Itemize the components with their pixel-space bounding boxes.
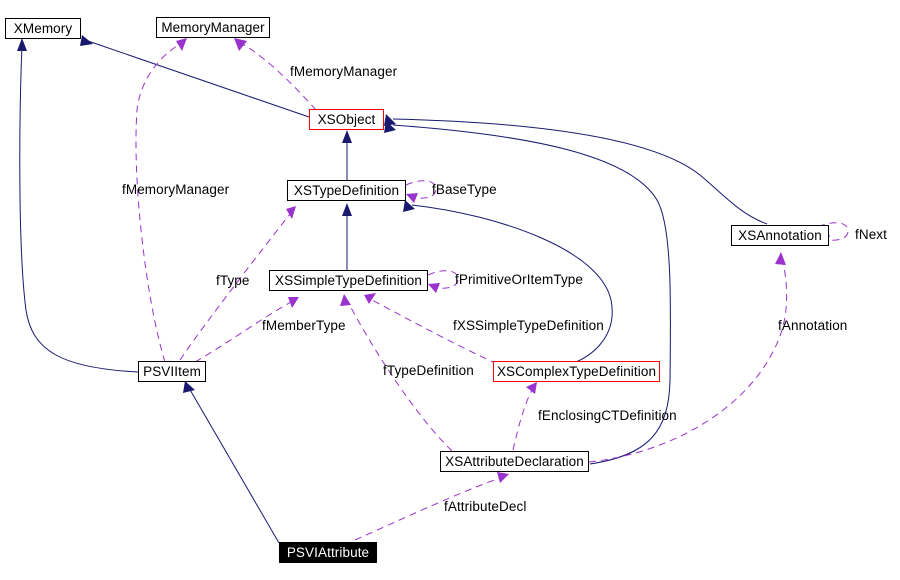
arrowhead-xsattributedeclaration-to-xsannotation	[775, 252, 786, 265]
arrowhead-psviattribute-to-xsattributedeclaration	[497, 472, 509, 483]
edge-label-fprimitiveoritemtype: fPrimitiveOrItemType	[455, 272, 584, 287]
node-xstypedefinition[interactable]: XSTypeDefinition	[287, 180, 406, 201]
node-xsannotation-label: XSAnnotation	[738, 227, 822, 243]
node-memorymanager[interactable]: MemoryManager	[156, 17, 270, 38]
node-memorymanager-label: MemoryManager	[161, 19, 265, 35]
node-xmemory[interactable]: XMemory	[5, 18, 81, 39]
edge-label-fenclosingctdefinition: fEnclosingCTDefinition	[538, 408, 677, 423]
node-psviattribute[interactable]: PSVIAttribute	[279, 542, 377, 563]
edge-psviattribute-to-psviitem	[188, 387, 280, 544]
node-psviitem-label: PSVIItem	[143, 363, 201, 379]
node-psviattribute-label: PSVIAttribute	[286, 544, 370, 560]
edge-label-fxssimpletypedefinition: fXSSimpleTypeDefinition	[453, 318, 604, 333]
arrowhead-psviattribute-to-psviitem	[183, 381, 195, 393]
node-xsannotation[interactable]: XSAnnotation	[731, 225, 829, 246]
edge-label-ftypedefinition: fTypeDefinition	[383, 363, 474, 378]
edge-label-fmemorymanager-top: fMemoryManager	[290, 64, 398, 79]
arrowhead-xsobject-to-memorymanager	[234, 38, 247, 51]
node-xsattributedeclaration-label: XSAttributeDeclaration	[445, 453, 584, 469]
arrowhead-psviitem-to-memorymanager	[176, 38, 187, 51]
node-xsobject[interactable]: XSObject	[309, 109, 384, 130]
node-xstypedefinition-label: XSTypeDefinition	[293, 182, 400, 198]
edge-label-fmemorymanager-left: fMemoryManager	[122, 182, 230, 197]
node-xscomplextypedefinition-label: XSComplexTypeDefinition	[496, 363, 657, 379]
node-xscomplextypedefinition[interactable]: XSComplexTypeDefinition	[493, 361, 660, 382]
collaboration-diagram: XMemory MemoryManager XSObject XSTypeDef…	[0, 0, 900, 580]
arrowhead-xssimpletypedefinition-self-fprimitive	[428, 283, 440, 293]
arrowhead-psviitem-to-xmemory	[17, 38, 27, 51]
node-psviitem[interactable]: PSVIItem	[138, 361, 206, 382]
arrowhead-xstypedefinition-to-xsobject	[342, 130, 352, 143]
diagram-edges-canvas	[17, 35, 849, 544]
arrowhead-xsattributedeclaration-to-xssimpletypedefinition	[340, 294, 351, 306]
edge-label-fnext: fNext	[855, 227, 888, 242]
edge-label-fannotation: fAnnotation	[778, 318, 848, 333]
arrowhead-xsattributedeclaration-to-xscomplextypedefinition	[526, 382, 537, 394]
node-xssimpletypedefinition[interactable]: XSSimpleTypeDefinition	[269, 270, 428, 291]
edge-xsattributedeclaration-to-xscomplextypedefinition	[512, 389, 533, 451]
edge-psviitem-to-memorymanager	[135, 43, 181, 363]
node-xsattributedeclaration[interactable]: XSAttributeDeclaration	[440, 451, 589, 472]
arrowhead-xstypedefinition-self-fbasetype	[406, 193, 418, 203]
edge-label-fmembertype: fMemberType	[262, 318, 346, 333]
edge-psviitem-to-xmemory	[19, 43, 139, 373]
node-xsobject-label: XSObject	[317, 111, 376, 127]
edge-label-fattributedecl: fAttributeDecl	[444, 499, 527, 514]
edge-label-fbasetype: fBaseType	[432, 182, 497, 197]
arrowhead-xssimpletypedefinition-to-xstypedefinition	[342, 203, 352, 216]
arrowhead-xsobject-to-xmemory	[80, 35, 93, 46]
edge-xsannotation-to-xsobject	[392, 118, 768, 225]
node-xmemory-label: XMemory	[13, 20, 73, 36]
node-xssimpletypedefinition-label: XSSimpleTypeDefinition	[274, 272, 423, 288]
arrowhead-psviitem-to-xstypedefinition	[286, 206, 296, 219]
edge-xsobject-to-xmemory	[87, 40, 310, 118]
arrowhead-xscomplextypedefinition-to-xssimpletypedefinition	[364, 293, 376, 304]
edge-label-ftype: fType	[216, 273, 250, 288]
